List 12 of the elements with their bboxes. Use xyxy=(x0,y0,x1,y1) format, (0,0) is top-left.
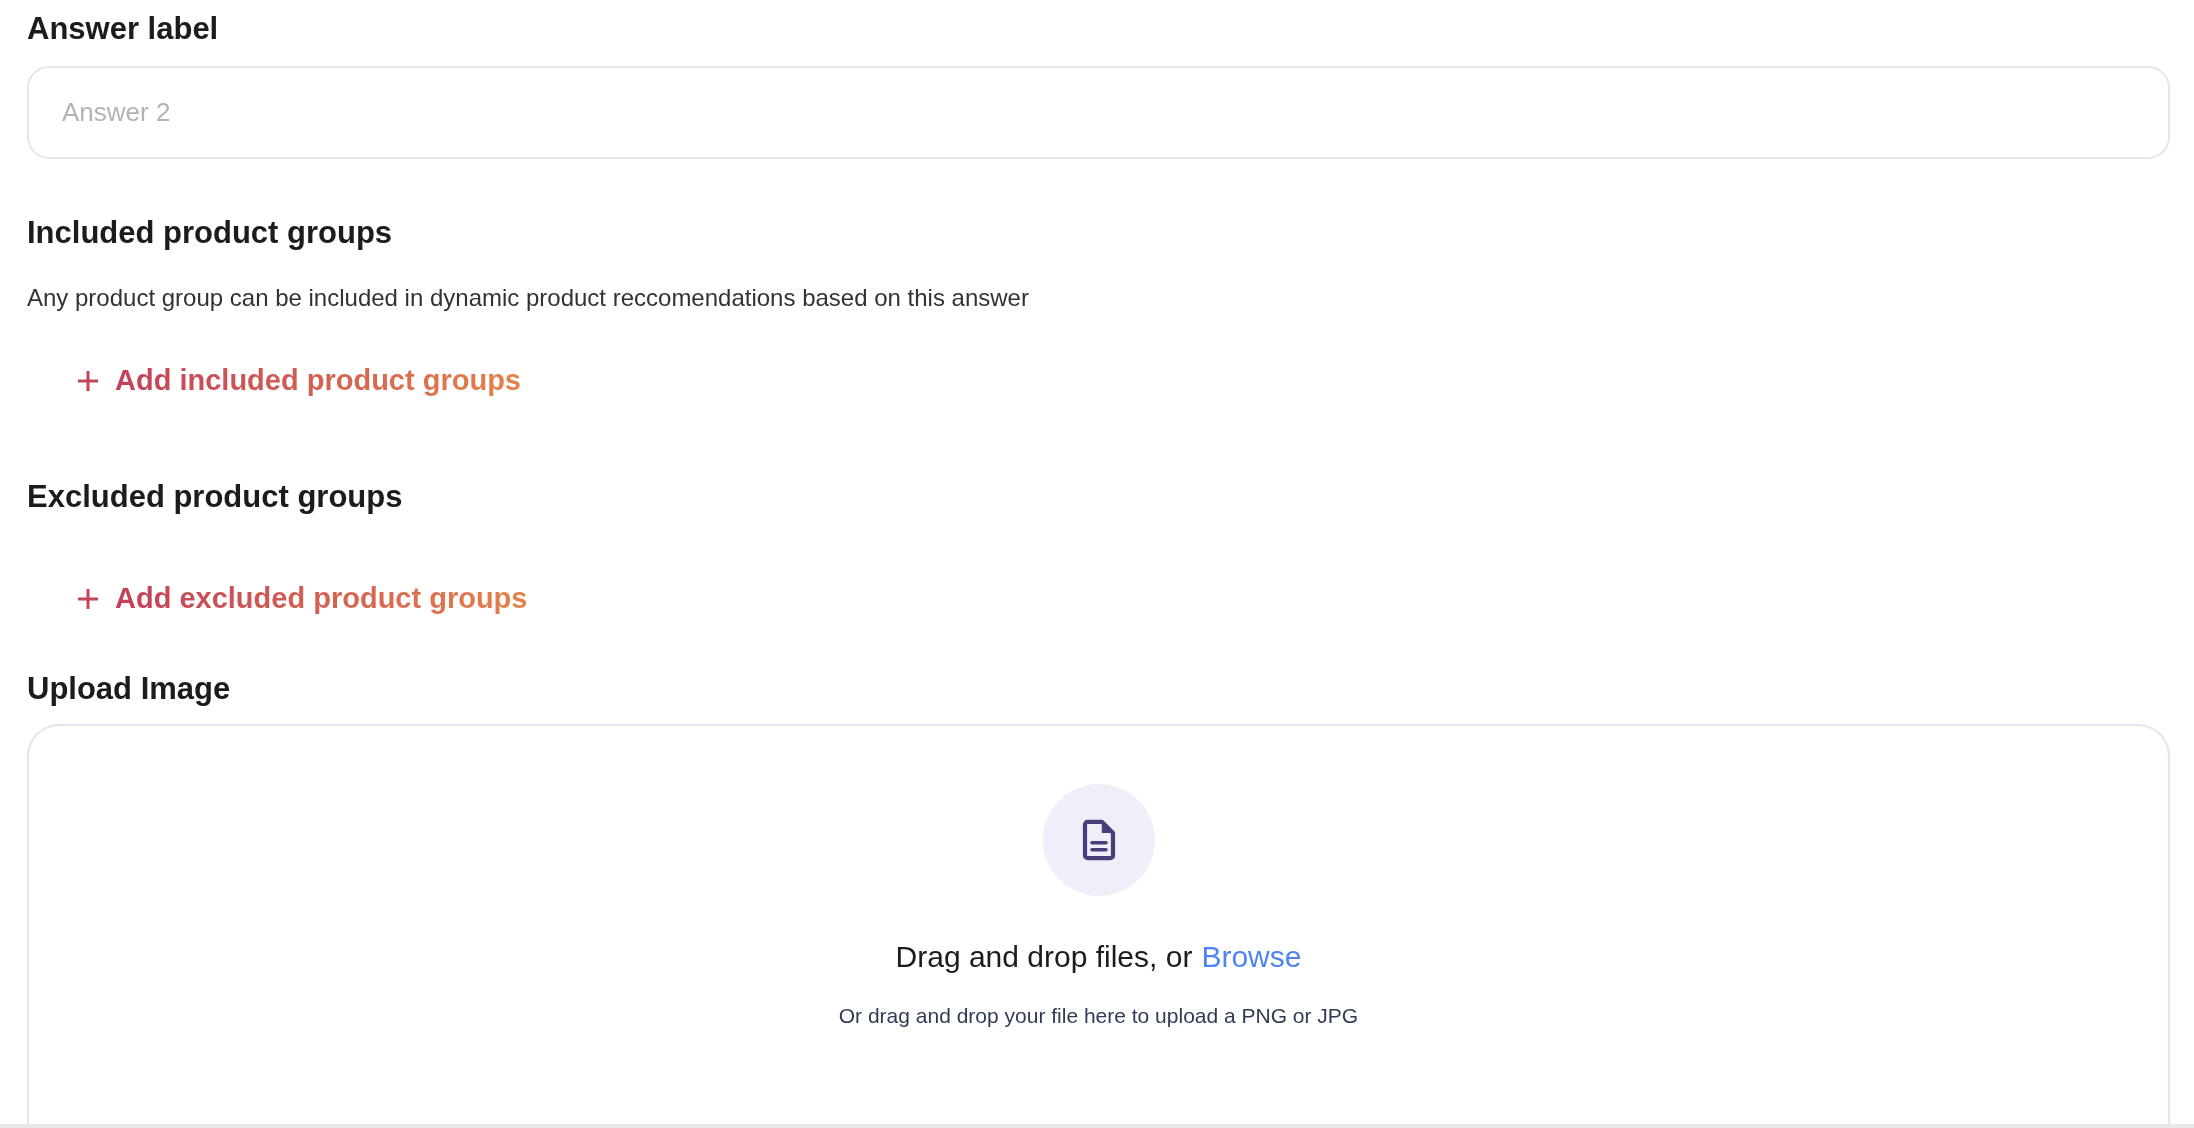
section-heading: Included product groups xyxy=(27,214,393,252)
document-icon xyxy=(1081,819,1116,861)
section-heading: Upload Image xyxy=(27,670,231,708)
section-description: Any product group can be included in dynamic product reccomendations based on this answer xyxy=(27,284,1029,312)
section-heading: Excluded product groups xyxy=(27,478,403,516)
plus-icon xyxy=(76,368,100,393)
plus-icon xyxy=(76,586,100,611)
answer-label-field[interactable]: Answer 2 xyxy=(27,66,2170,159)
upload-hint: Or drag and drop your file here to upload a PNG or JPG xyxy=(838,1004,1359,1028)
browse-link[interactable]: Browse xyxy=(1201,940,1302,974)
drop-prompt: Drag and drop files, or xyxy=(895,940,1193,974)
section-heading: Answer label xyxy=(27,10,219,48)
